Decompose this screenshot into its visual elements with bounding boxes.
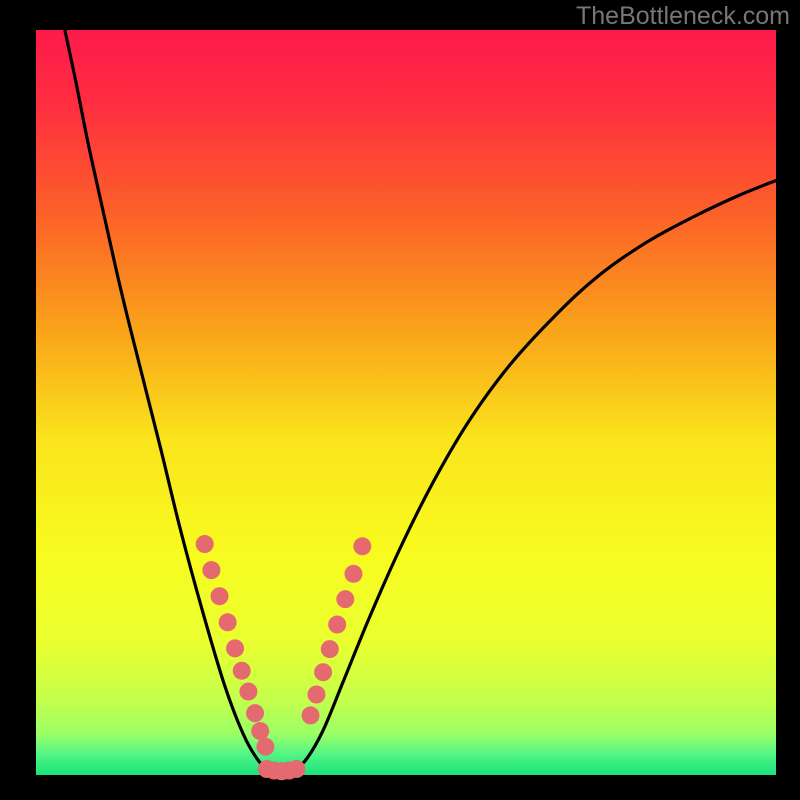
marker-dot [251, 722, 269, 740]
marker-dot [287, 760, 305, 778]
marker-dot [353, 537, 371, 555]
marker-dot [239, 683, 257, 701]
marker-dot [328, 616, 346, 634]
marker-dot [307, 686, 325, 704]
marker-dot [314, 663, 332, 681]
plot-background [36, 30, 776, 775]
chart-frame: TheBottleneck.com [0, 0, 800, 800]
marker-dot [344, 565, 362, 583]
marker-dot [196, 535, 214, 553]
marker-dot [256, 738, 274, 756]
marker-dot [246, 704, 264, 722]
marker-dot [233, 662, 251, 680]
marker-dot [336, 590, 354, 608]
marker-dot [321, 640, 339, 658]
watermark-text: TheBottleneck.com [576, 2, 790, 31]
marker-dot [302, 706, 320, 724]
marker-dot [226, 639, 244, 657]
marker-dot [202, 561, 220, 579]
marker-dot [211, 587, 229, 605]
bottleneck-chart [0, 0, 800, 800]
marker-dot [219, 613, 237, 631]
